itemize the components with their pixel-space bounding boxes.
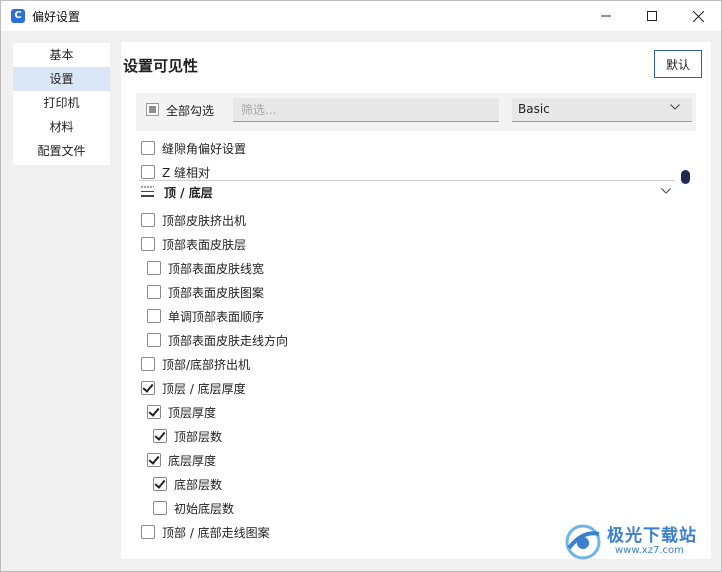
setting-row[interactable]: 底部层数	[153, 474, 222, 494]
mode-select-value: Basic	[518, 102, 550, 116]
setting-checkbox[interactable]	[153, 477, 167, 491]
setting-row[interactable]: 顶层 / 底层厚度	[141, 378, 246, 398]
setting-checkbox[interactable]	[141, 141, 155, 155]
watermark-url: www.xz7.com	[615, 545, 684, 556]
scrollbar-thumb[interactable]	[681, 170, 690, 184]
watermark: 极光下载站 www.xz7.com	[563, 516, 713, 566]
setting-row[interactable]: 初始底层数	[153, 498, 234, 518]
setting-row[interactable]: 顶部 / 底部走线图案	[141, 522, 270, 542]
minimize-icon	[601, 15, 611, 17]
sidebar-nav: 基本 设置 打印机 材料 配置文件	[13, 43, 110, 165]
sidebar-item-profiles[interactable]: 配置文件	[13, 139, 110, 163]
section-header-top-bottom[interactable]: 顶 / 底层	[141, 183, 681, 203]
maximize-button[interactable]	[629, 1, 675, 31]
select-all-label: 全部勾选	[166, 104, 215, 118]
visibility-mode-select[interactable]: Basic	[512, 98, 692, 122]
title-bar: C 偏好设置	[1, 1, 721, 31]
chevron-down-icon	[670, 104, 680, 110]
setting-checkbox[interactable]	[147, 333, 161, 347]
setting-checkbox[interactable]	[147, 453, 161, 467]
section-title: 顶 / 底层	[164, 186, 213, 200]
setting-checkbox[interactable]	[141, 237, 155, 251]
setting-label: 顶部表面皮肤线宽	[168, 261, 265, 276]
setting-checkbox[interactable]	[147, 405, 161, 419]
setting-row[interactable]: 单调顶部表面顺序	[147, 306, 264, 326]
setting-label: 顶部层数	[174, 429, 223, 444]
setting-label: 顶部表面皮肤走线方向	[168, 333, 289, 348]
setting-checkbox[interactable]	[141, 525, 155, 539]
setting-label: 顶部表面皮肤层	[162, 237, 247, 252]
app-logo-icon: C	[11, 9, 25, 23]
settings-visibility-panel: 设置可见性 默认 全部勾选 Basic 缝隙角偏好设置 Z 缝相对	[121, 42, 711, 559]
setting-row[interactable]: 缝隙角偏好设置	[141, 138, 246, 158]
window-title: 偏好设置	[32, 10, 81, 24]
setting-row[interactable]: 顶层厚度	[147, 402, 216, 422]
setting-row[interactable]: 顶部表面皮肤图案	[147, 282, 264, 302]
setting-checkbox[interactable]	[141, 165, 155, 179]
close-button[interactable]	[675, 1, 721, 31]
setting-label: 顶部 / 底部走线图案	[162, 525, 270, 540]
setting-label: 顶层厚度	[168, 405, 217, 420]
chevron-down-icon	[661, 188, 671, 194]
filter-bar: 全部勾选 Basic	[136, 93, 696, 131]
setting-checkbox[interactable]	[153, 429, 167, 443]
setting-row[interactable]: 顶部层数	[153, 426, 222, 446]
filter-input[interactable]	[233, 98, 499, 122]
setting-checkbox[interactable]	[153, 501, 167, 515]
sidebar-item-printer[interactable]: 打印机	[13, 91, 110, 115]
layers-icon	[141, 186, 154, 197]
setting-row[interactable]: 顶部表面皮肤走线方向	[147, 330, 288, 350]
select-all-checkbox[interactable]	[146, 103, 159, 116]
watermark-logo-icon	[565, 524, 601, 560]
setting-label: 底部层数	[174, 477, 223, 492]
default-button[interactable]: 默认	[654, 50, 702, 78]
sidebar-item-basic[interactable]: 基本	[13, 43, 110, 67]
setting-row[interactable]: 顶部皮肤挤出机	[141, 210, 246, 230]
setting-label: 缝隙角偏好设置	[162, 141, 247, 156]
setting-label: 顶部/底部挤出机	[162, 357, 251, 372]
setting-checkbox[interactable]	[147, 309, 161, 323]
setting-checkbox[interactable]	[147, 261, 161, 275]
preferences-window: C 偏好设置 基本 设置 打印机 材料 配置文件 设置可见性 默认 全部勾选 B…	[0, 0, 722, 572]
setting-label: 底层厚度	[168, 453, 217, 468]
setting-row[interactable]: 底层厚度	[147, 450, 216, 470]
sidebar-item-settings[interactable]: 设置	[13, 67, 110, 91]
setting-label: 顶部表面皮肤图案	[168, 285, 265, 300]
setting-row[interactable]: Z 缝相对	[141, 162, 210, 182]
sidebar-item-material[interactable]: 材料	[13, 115, 110, 139]
setting-label: Z 缝相对	[162, 165, 211, 180]
section-divider	[139, 180, 675, 181]
setting-label: 顶部皮肤挤出机	[162, 213, 247, 228]
setting-checkbox[interactable]	[147, 285, 161, 299]
watermark-name: 极光下载站	[607, 526, 697, 546]
setting-row[interactable]: 顶部/底部挤出机	[141, 354, 250, 374]
page-title: 设置可见性	[123, 57, 199, 75]
setting-row[interactable]: 顶部表面皮肤层	[141, 234, 246, 254]
setting-checkbox[interactable]	[141, 213, 155, 227]
setting-row[interactable]: 顶部表面皮肤线宽	[147, 258, 264, 278]
setting-label: 单调顶部表面顺序	[168, 309, 265, 324]
maximize-icon	[647, 11, 657, 21]
setting-checkbox[interactable]	[141, 357, 155, 371]
minimize-button[interactable]	[583, 1, 629, 31]
setting-label: 顶层 / 底层厚度	[162, 381, 246, 396]
close-icon	[692, 10, 704, 22]
setting-label: 初始底层数	[174, 501, 235, 516]
setting-checkbox[interactable]	[141, 381, 155, 395]
